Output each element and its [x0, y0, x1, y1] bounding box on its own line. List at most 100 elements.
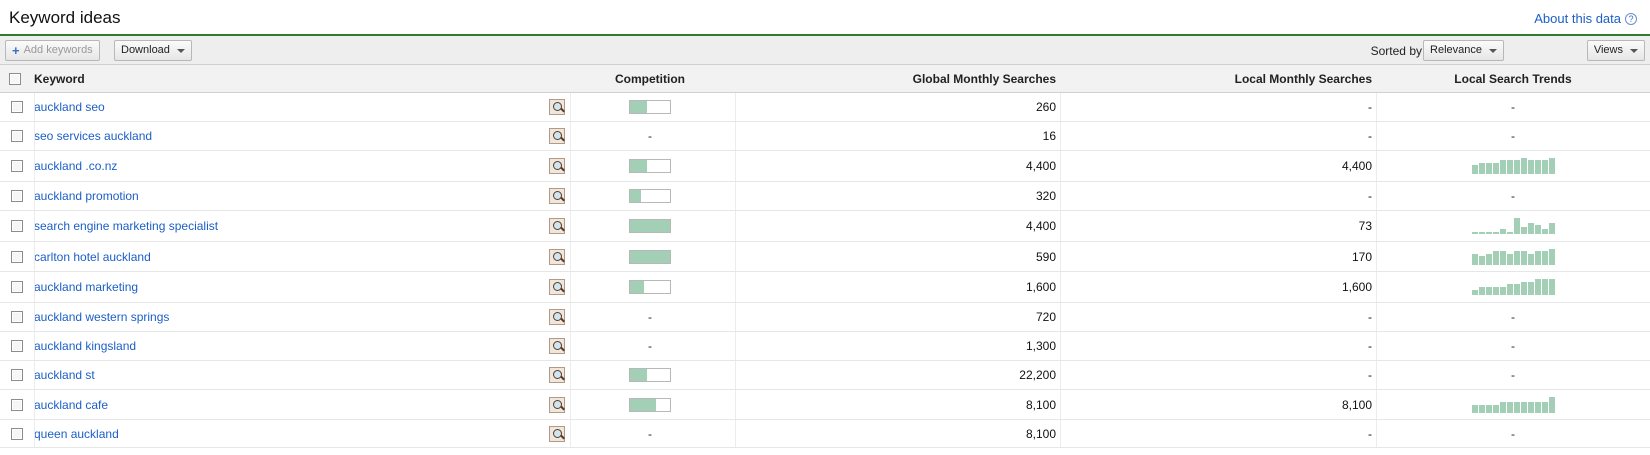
column-divider [34, 332, 35, 360]
download-button[interactable]: Download [114, 40, 192, 61]
column-divider [34, 151, 35, 181]
keyword-link[interactable]: seo services auckland [34, 129, 152, 143]
row-checkbox[interactable] [11, 160, 23, 172]
keyword-cell: auckland .co.nz [34, 151, 117, 181]
row-checkbox[interactable] [11, 281, 23, 293]
row-checkbox-cell [11, 182, 23, 210]
keyword-link[interactable]: auckland .co.nz [34, 159, 117, 173]
local-monthly-searches-cell: 170 [1351, 249, 1372, 264]
trend-bar [1499, 401, 1506, 413]
column-divider [1060, 420, 1061, 447]
keyword-link[interactable]: auckland western springs [34, 310, 169, 324]
row-checkbox[interactable] [11, 340, 23, 352]
table-row: queen auckland - 8,100 - - [0, 420, 1650, 448]
column-divider [1376, 332, 1377, 360]
column-header-global-monthly-searches[interactable]: Global Monthly Searches [760, 65, 1056, 92]
column-divider [570, 182, 571, 210]
column-divider [570, 93, 571, 121]
keyword-link[interactable]: queen auckland [34, 427, 119, 441]
table-row: auckland kingsland - 1,300 - - [0, 332, 1650, 361]
trend-bar [1548, 223, 1555, 234]
keyword-link[interactable]: auckland st [34, 368, 95, 382]
local-monthly-searches-cell: - [1368, 100, 1372, 114]
trend-bar [1513, 401, 1520, 413]
trend-cell: - [1511, 426, 1515, 441]
row-checkbox[interactable] [11, 250, 23, 263]
trend-cell: - [1511, 189, 1515, 203]
keyword-cell: carlton hotel auckland [34, 242, 151, 271]
competition-bar [629, 159, 671, 173]
column-divider [1060, 303, 1061, 331]
trend-bar [1527, 223, 1534, 234]
row-checkbox[interactable] [11, 427, 23, 440]
about-this-data-label: About this data [1534, 11, 1621, 26]
keyword-link[interactable]: auckland kingsland [34, 339, 136, 353]
trend-bar [1471, 165, 1478, 174]
competition-bar-fill [630, 101, 647, 113]
column-divider [735, 242, 736, 271]
row-checkbox[interactable] [11, 220, 23, 232]
trend-bar [1478, 232, 1485, 234]
column-divider [1376, 93, 1377, 121]
keyword-cell: auckland seo [34, 93, 105, 121]
local-monthly-searches-cell: 73 [1358, 219, 1372, 233]
keyword-link[interactable]: search engine marketing specialist [34, 219, 218, 233]
column-divider [570, 361, 571, 389]
row-checkbox[interactable] [11, 311, 23, 323]
global-monthly-searches-cell: 22,200 [1019, 368, 1056, 382]
row-checkbox[interactable] [11, 101, 23, 113]
column-divider [1060, 151, 1061, 181]
keyword-link[interactable]: auckland seo [34, 100, 105, 114]
global-monthly-searches-cell: 1,300 [1025, 339, 1056, 353]
table-row: auckland promotion 320 - - [0, 182, 1650, 211]
keyword-link[interactable]: auckland promotion [34, 189, 139, 203]
trend-bar [1513, 284, 1520, 295]
trend-bar [1520, 282, 1527, 295]
row-checkbox[interactable] [11, 398, 23, 411]
column-divider [570, 242, 571, 271]
row-checkbox[interactable] [11, 369, 23, 381]
trend-bar [1548, 396, 1555, 413]
about-this-data-link[interactable]: About this data ? [1534, 11, 1637, 26]
competition-bar [629, 397, 671, 412]
competition-cell [560, 272, 740, 302]
competition-cell [560, 390, 740, 419]
row-checkbox[interactable] [11, 130, 23, 142]
column-divider [1376, 211, 1377, 241]
column-header-competition[interactable]: Competition [560, 65, 740, 92]
column-divider [34, 420, 35, 447]
sort-select[interactable]: Relevance [1423, 40, 1504, 61]
trend-bar [1492, 287, 1499, 295]
trend-bar [1499, 287, 1506, 295]
column-divider [1060, 211, 1061, 241]
row-checkbox-cell [11, 420, 23, 447]
keyword-cell: seo services auckland [34, 122, 152, 150]
local-monthly-searches-cell: - [1368, 129, 1372, 143]
row-checkbox[interactable] [11, 190, 23, 202]
competition-cell: - [648, 129, 652, 143]
keyword-link[interactable]: carlton hotel auckland [34, 250, 151, 264]
column-header-keyword[interactable]: Keyword [34, 65, 85, 92]
column-header-local-monthly-searches[interactable]: Local Monthly Searches [1060, 65, 1372, 92]
chevron-down-icon [1489, 48, 1497, 53]
table-row: search engine marketing specialist 4,400 7… [0, 211, 1650, 242]
column-divider [1376, 122, 1377, 150]
column-divider [1060, 122, 1061, 150]
column-divider [1060, 93, 1061, 121]
select-all-checkbox[interactable] [9, 72, 21, 85]
trend-bar [1471, 290, 1478, 295]
keyword-cell: auckland cafe [34, 390, 108, 419]
competition-bar [629, 219, 671, 233]
column-divider [1376, 272, 1377, 302]
row-checkbox-cell [11, 151, 23, 181]
trend-bar [1513, 160, 1520, 174]
keyword-link[interactable]: auckland cafe [34, 398, 108, 412]
add-keywords-button[interactable]: + Add keywords [5, 40, 100, 61]
column-divider [735, 361, 736, 389]
trend-bar [1485, 287, 1492, 295]
column-header-local-search-trends[interactable]: Local Search Trends [1376, 65, 1650, 92]
column-divider [1376, 182, 1377, 210]
trend-bar [1485, 232, 1492, 234]
views-button[interactable]: Views [1586, 40, 1645, 61]
keyword-link[interactable]: auckland marketing [34, 280, 138, 294]
